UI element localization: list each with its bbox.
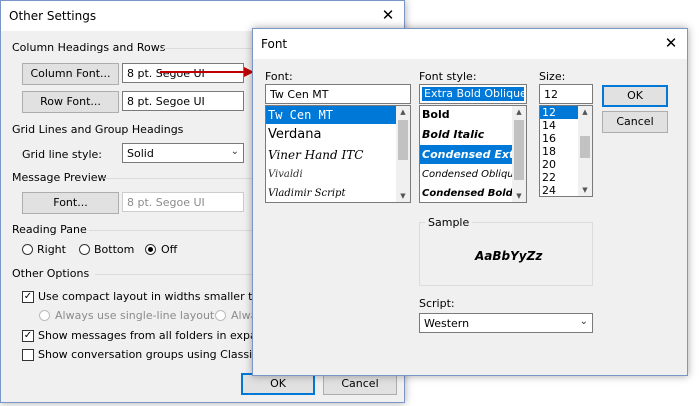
compact-layout-checkbox[interactable]: ✓ bbox=[22, 291, 34, 303]
list-item[interactable]: 20 bbox=[540, 158, 578, 171]
font-style-value: Extra Bold Oblique bbox=[422, 87, 527, 101]
scroll-up-icon[interactable]: ▲ bbox=[512, 106, 526, 118]
list-item[interactable]: Vladimir Script bbox=[266, 185, 396, 202]
font-dialog-title: Font bbox=[261, 37, 288, 51]
scroll-thumb[interactable] bbox=[580, 136, 590, 158]
grid-section-title: Grid Lines and Group Headings bbox=[12, 123, 184, 136]
radio-right[interactable] bbox=[22, 244, 33, 255]
radio-off-label: Off bbox=[161, 243, 178, 256]
script-label: Script: bbox=[419, 297, 455, 310]
single-line-label: Always use single-line layout bbox=[55, 309, 215, 322]
scroll-down-icon[interactable]: ▼ bbox=[512, 190, 526, 202]
font-size-input[interactable]: 12 bbox=[539, 84, 593, 104]
scroll-thumb[interactable] bbox=[398, 120, 408, 160]
list-item[interactable]: 16 bbox=[540, 132, 578, 145]
list-item[interactable]: Condensed Bold O bbox=[420, 185, 512, 202]
section-divider bbox=[104, 178, 253, 179]
font-cancel-button[interactable]: Cancel bbox=[602, 111, 668, 133]
section-divider bbox=[89, 230, 253, 231]
list-item[interactable]: 24 bbox=[540, 184, 578, 196]
row-font-value: 8 pt. Segoe UI bbox=[122, 91, 244, 111]
column-headings-section-title: Column Headings and Rows bbox=[12, 41, 166, 54]
list-item[interactable]: Verdana bbox=[266, 125, 396, 145]
preview-section-title: Message Preview bbox=[12, 171, 107, 184]
font-size-list[interactable]: 12 14 16 18 20 22 24 ▲ ▼ bbox=[539, 105, 593, 197]
radio-selected-dot bbox=[148, 247, 153, 252]
sample-text: AaBbYyZz bbox=[475, 249, 543, 263]
reading-pane-section-title: Reading Pane bbox=[12, 223, 87, 236]
font-name-list[interactable]: Tw Cen MT Verdana Viner Hand ITC Vivaldi… bbox=[265, 105, 411, 203]
scroll-thumb[interactable] bbox=[514, 120, 524, 180]
list-item[interactable]: Tw Cen MT bbox=[266, 106, 396, 124]
radio-bottom[interactable] bbox=[79, 244, 90, 255]
preview-font-button[interactable]: Font... bbox=[22, 192, 119, 214]
classic-groups-label: Show conversation groups using Classic I… bbox=[38, 348, 272, 361]
script-value: Western bbox=[424, 317, 470, 330]
single-line-radio[interactable] bbox=[39, 310, 50, 321]
grid-line-style-select[interactable]: Solid ⌄ bbox=[122, 143, 244, 163]
classic-groups-checkbox[interactable] bbox=[22, 349, 34, 361]
compact-layout-label: Use compact layout in widths smaller tha… bbox=[38, 290, 274, 303]
script-select[interactable]: Western ⌄ bbox=[419, 313, 593, 333]
scroll-down-icon[interactable]: ▼ bbox=[396, 190, 410, 202]
red-arrow-icon bbox=[160, 67, 254, 77]
list-item[interactable]: 18 bbox=[540, 145, 578, 158]
cancel-button[interactable]: Cancel bbox=[323, 373, 397, 395]
list-item[interactable]: Vivaldi bbox=[266, 166, 396, 184]
font-ok-button[interactable]: OK bbox=[602, 85, 668, 107]
section-divider bbox=[95, 274, 253, 275]
grid-line-style-label: Grid line style: bbox=[22, 148, 103, 161]
font-style-list[interactable]: Bold Bold Italic Condensed Extra Condens… bbox=[419, 105, 527, 203]
radio-bottom-label: Bottom bbox=[94, 243, 135, 256]
grid-line-style-value: Solid bbox=[127, 147, 154, 160]
font-name-label: Font: bbox=[265, 70, 293, 83]
section-divider bbox=[163, 48, 253, 49]
style-list-scrollbar[interactable]: ▲ ▼ bbox=[512, 106, 526, 202]
close-icon[interactable]: ✕ bbox=[380, 7, 396, 23]
chevron-down-icon: ⌄ bbox=[230, 146, 239, 157]
scroll-up-icon[interactable]: ▲ bbox=[396, 106, 410, 118]
other-settings-titlebar: Other Settings ✕ bbox=[1, 1, 404, 31]
list-item[interactable]: Bold Italic bbox=[420, 125, 512, 144]
close-icon[interactable]: ✕ bbox=[663, 35, 679, 51]
font-style-label: Font style: bbox=[419, 70, 477, 83]
preview-font-value: 8 pt. Segoe UI bbox=[122, 192, 244, 212]
list-item[interactable]: 12 bbox=[540, 106, 578, 119]
chevron-down-icon: ⌄ bbox=[579, 316, 588, 327]
show-all-folders-checkbox[interactable]: ✓ bbox=[22, 330, 34, 342]
always-radio[interactable] bbox=[215, 310, 226, 321]
other-options-section-title: Other Options bbox=[12, 267, 90, 280]
radio-right-label: Right bbox=[37, 243, 66, 256]
other-settings-title: Other Settings bbox=[9, 9, 97, 23]
font-size-label: Size: bbox=[539, 70, 566, 83]
list-item[interactable]: 14 bbox=[540, 119, 578, 132]
show-all-folders-label: Show messages from all folders in expand bbox=[38, 329, 271, 342]
font-list-scrollbar[interactable]: ▲ ▼ bbox=[396, 106, 410, 202]
list-item[interactable]: Bold bbox=[420, 106, 512, 124]
radio-off[interactable] bbox=[145, 244, 156, 255]
list-item[interactable]: Condensed Extra bbox=[420, 145, 512, 164]
ok-button[interactable]: OK bbox=[241, 373, 315, 395]
font-dialog-titlebar: Font ✕ bbox=[253, 29, 687, 59]
font-name-input[interactable]: Tw Cen MT bbox=[265, 84, 411, 104]
list-item[interactable]: Condensed Oblique bbox=[420, 165, 512, 184]
row-font-button[interactable]: Row Font... bbox=[22, 91, 119, 113]
list-item[interactable]: Viner Hand ITC bbox=[266, 146, 396, 165]
sample-label: Sample bbox=[425, 216, 473, 229]
column-font-button[interactable]: Column Font... bbox=[22, 63, 119, 85]
font-dialog: Font ✕ Font: Tw Cen MT Tw Cen MT Verdana… bbox=[252, 28, 688, 376]
font-style-input[interactable]: Extra Bold Oblique bbox=[419, 84, 527, 104]
size-list-scrollbar[interactable]: ▲ ▼ bbox=[578, 106, 592, 196]
scroll-down-icon[interactable]: ▼ bbox=[578, 184, 592, 196]
scroll-up-icon[interactable]: ▲ bbox=[578, 106, 592, 118]
list-item[interactable]: 22 bbox=[540, 171, 578, 184]
